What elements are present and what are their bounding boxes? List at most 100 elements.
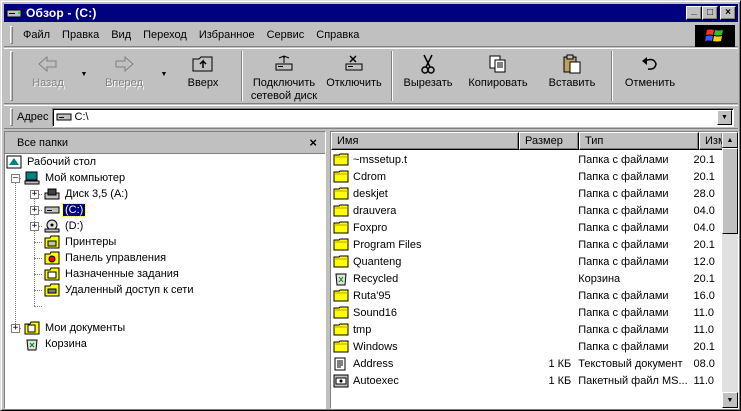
folder-icon <box>333 323 349 337</box>
expand-drive-d-toggle[interactable]: + <box>30 222 39 231</box>
file-name-cell: Program Files <box>331 238 516 252</box>
column-header-name[interactable]: Имя <box>331 132 519 150</box>
file-name-cell: deskjet <box>331 187 516 201</box>
tree-line <box>34 306 42 307</box>
chevron-down-icon: ▼ <box>80 71 88 78</box>
copy-button[interactable]: Копировать <box>459 49 537 103</box>
tree-item-recycle-bin[interactable]: Корзина <box>23 336 89 352</box>
map-network-drive-button[interactable]: Подключить сетевой диск <box>247 49 321 103</box>
disconnect-button[interactable]: Отключить <box>321 49 387 103</box>
forward-dropdown-button[interactable]: ▼ <box>159 49 169 103</box>
up-button[interactable]: Вверх <box>169 49 237 103</box>
printers-folder-icon <box>43 234 61 250</box>
tree-item-scheduled-tasks[interactable]: Назначенные задания <box>43 266 181 282</box>
file-list-item[interactable]: Autoexec 1 КБ Пакетный файл MS... 11.0 <box>331 372 723 389</box>
menu-go[interactable]: Переход <box>137 29 193 41</box>
paste-button[interactable]: Вставить <box>537 49 607 103</box>
tree-item-drive-c[interactable]: (C:) <box>43 202 87 218</box>
file-modified: 11.0 <box>693 306 715 319</box>
window-title: Обзор - (C:) <box>26 6 97 20</box>
chevron-up-icon: ▲ <box>726 136 734 144</box>
file-list-item[interactable]: ~mssetup.t Папка с файлами 20.1 <box>331 151 723 168</box>
title-bar[interactable]: Обзор - (C:) _ □ × <box>4 4 738 22</box>
forward-label: Вперед <box>105 77 143 89</box>
recycle-bin-icon <box>333 272 349 286</box>
forward-button[interactable]: Вперед <box>89 49 159 103</box>
collapse-my-computer-toggle[interactable]: – <box>11 174 20 183</box>
folder-icon <box>333 187 349 201</box>
file-list-item[interactable]: drauvera Папка с файлами 04.0 <box>331 202 723 219</box>
file-list-item[interactable]: Program Files Папка с файлами 20.1 <box>331 236 723 253</box>
menu-edit[interactable]: Правка <box>56 29 105 41</box>
file-list-item[interactable]: Sound16 Папка с файлами 11.0 <box>331 304 723 321</box>
column-header-size[interactable]: Размер <box>519 132 579 150</box>
folders-pane-header: Все папки × <box>5 132 325 154</box>
column-header-modified[interactable]: Изм <box>699 132 723 150</box>
up-label: Вверх <box>187 77 219 89</box>
tree-item-desktop[interactable]: Рабочий стол <box>5 154 98 170</box>
computer-icon <box>23 170 41 186</box>
tree-item-drive-d[interactable]: (D:) <box>43 218 85 234</box>
menu-file[interactable]: Файл <box>17 29 56 41</box>
tree-item-my-documents[interactable]: Мои документы <box>23 320 127 336</box>
file-list-item[interactable]: Cdrom Папка с файлами 20.1 <box>331 168 723 185</box>
tree-line <box>34 274 42 275</box>
tree-item-control-panel[interactable]: Панель управления <box>43 250 168 266</box>
vertical-scrollbar[interactable]: ▲ ▼ <box>722 132 738 408</box>
back-dropdown-button[interactable]: ▼ <box>79 49 89 103</box>
file-list-item[interactable]: tmp Папка с файлами 11.0 <box>331 321 723 338</box>
scroll-down-button[interactable]: ▼ <box>722 392 738 408</box>
file-list-item[interactable]: Foxpro Папка с файлами 04.0 <box>331 219 723 236</box>
address-input[interactable]: C:\ ▼ <box>51 107 734 127</box>
file-size: 1 КБ <box>548 357 572 370</box>
file-type: Папка с файлами <box>578 238 669 251</box>
file-list-item[interactable]: Ruta'95 Папка с файлами 16.0 <box>331 287 723 304</box>
menu-view[interactable]: Вид <box>105 29 137 41</box>
file-name-cell: Cdrom <box>331 170 516 184</box>
file-list-item[interactable]: Recycled Корзина 20.1 <box>331 270 723 287</box>
tree-item-dialup[interactable]: Удаленный доступ к сети <box>43 282 195 298</box>
back-arrow-icon <box>35 53 61 75</box>
menu-grip[interactable] <box>10 25 13 44</box>
close-icon[interactable]: × <box>309 135 317 150</box>
file-name: deskjet <box>353 187 388 200</box>
maximize-button[interactable]: □ <box>702 6 718 20</box>
address-grip[interactable] <box>10 108 13 126</box>
file-list-item[interactable]: Address 1 КБ Текстовый документ 08.0 <box>331 355 723 372</box>
file-list-item[interactable]: Quanteng Папка с файлами 12.0 <box>331 253 723 270</box>
undo-button[interactable]: Отменить <box>617 49 683 103</box>
my-documents-folder-icon <box>23 320 41 336</box>
menu-help[interactable]: Справка <box>310 29 365 41</box>
file-modified: 28.0 <box>693 187 715 200</box>
column-header-type[interactable]: Тип <box>579 132 699 150</box>
back-button[interactable]: Назад <box>17 49 79 103</box>
tree-item-my-computer[interactable]: Мой компьютер <box>23 170 127 186</box>
file-list-item[interactable]: Windows Папка с файлами 20.1 <box>331 338 723 355</box>
toolbar-grip[interactable] <box>10 51 13 101</box>
close-button[interactable]: × <box>720 6 736 20</box>
maximize-icon: □ <box>706 7 714 18</box>
tree-item-printers[interactable]: Принтеры <box>43 234 118 250</box>
expand-drive-c-toggle[interactable]: + <box>30 206 39 215</box>
file-list-item[interactable]: deskjet Папка с файлами 28.0 <box>331 185 723 202</box>
expand-my-documents-toggle[interactable]: + <box>11 324 20 333</box>
menu-tools[interactable]: Сервис <box>261 29 311 41</box>
file-name: Program Files <box>353 238 422 251</box>
minimize-button[interactable]: _ <box>686 6 702 20</box>
desktop-icon <box>5 154 23 170</box>
scissors-icon <box>415 53 441 75</box>
scroll-up-button[interactable]: ▲ <box>722 132 738 148</box>
tree-line <box>34 242 42 243</box>
folder-tree: Рабочий стол – Мой компьютер + Диск 3,5 … <box>5 154 325 351</box>
cut-button[interactable]: Вырезать <box>397 49 459 103</box>
tree-item-floppy[interactable]: Диск 3,5 (A:) <box>43 186 130 202</box>
address-dropdown-button[interactable]: ▼ <box>717 109 732 125</box>
scroll-thumb[interactable] <box>722 148 738 234</box>
menu-favorites[interactable]: Избранное <box>193 29 261 41</box>
tree-label-recycle-bin: Корзина <box>45 338 87 350</box>
expand-floppy-toggle[interactable]: + <box>30 190 39 199</box>
folder-icon <box>333 204 349 218</box>
file-type: Папка с файлами <box>578 340 669 353</box>
folders-pane-title: Все папки <box>17 136 68 149</box>
file-name-cell: Recycled <box>331 272 516 286</box>
